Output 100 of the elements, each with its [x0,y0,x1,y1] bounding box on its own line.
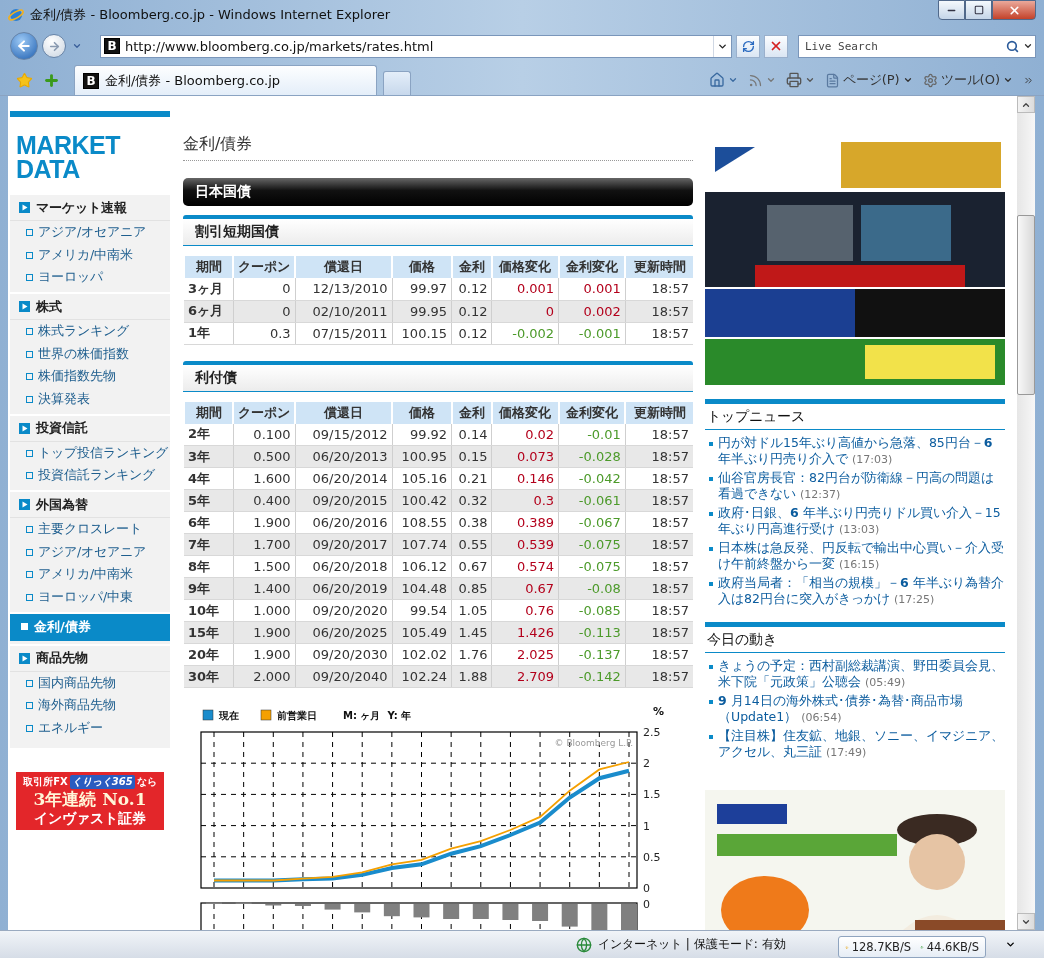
sidebar-link[interactable]: アメリカ/中南米 [10,563,170,587]
sidebar-link[interactable]: 株式ランキング [10,320,170,343]
maximize-button[interactable] [965,0,992,20]
tab-title: 金利/債券 - Bloomberg.co.jp [105,71,281,90]
sidebar-link[interactable]: 決算発表 [10,388,170,411]
table-cell: -0.002 [492,322,559,344]
news-link[interactable]: きょうの予定：西村副総裁講演、野田委員会見、米下院「元政策」公聴会 (05:49) [718,658,1005,690]
table-cell: -0.01 [558,423,626,446]
news-link[interactable]: 政府当局者：「相当の規模」－6 年半ぶり為替介入は82円台に突入がきっかけ (17:25) [718,575,1005,607]
back-button[interactable] [10,32,38,60]
table-cell: 9年 [184,577,234,600]
table-cell: 18:57 [625,577,693,600]
new-tab-button[interactable] [383,71,411,95]
favicon: B [83,72,99,89]
sidebar-link[interactable]: アメリカ/中南米 [10,243,170,267]
axis-tick-label: 0 [643,882,650,895]
minimize-button[interactable] [938,0,965,20]
table-cell: 18:57 [625,643,693,666]
table-cell: 0.146 [492,467,559,490]
sidebar-link[interactable]: トップ投信ランキング [10,441,170,465]
table-cell: 18:57 [625,599,693,622]
bullet-icon [709,700,713,704]
sidebar-link[interactable]: 海外商品先物 [10,694,170,718]
sidebar-heading[interactable]: 株式 [10,292,170,321]
column-header: 期間 [184,256,234,278]
scroll-down-button[interactable] [1017,913,1035,930]
table-heading: 利付債 [183,360,693,392]
table-cell: 0.15 [451,445,492,468]
change-bar [354,904,371,913]
table-cell: 5年 [184,489,234,512]
address-field[interactable]: B http://www.bloomberg.co.jp/markets/rates.html [100,34,732,58]
sidebar-link[interactable]: ヨーロッパ [10,266,170,290]
table-cell: -0.067 [558,511,626,534]
sidebar-heading[interactable]: 投資信託 [10,413,170,442]
scroll-up-button[interactable] [1017,96,1035,113]
news-link[interactable]: 【注目株】住友鉱、地銀、ソニー、イマジニア、アクセル、丸三証 (17:49) [718,728,1005,760]
square-icon [26,228,33,236]
news-link[interactable]: 円が対ドル15年ぶり高値から急落、85円台－6 年半ぶり円売り介入で (17:03) [718,435,1005,467]
column-header: 価格 [392,256,452,278]
table-cell: 100.15 [392,322,452,344]
table-cell: 06/20/2018 [295,555,392,578]
table-cell: 0.3 [233,322,296,344]
square-icon [26,702,33,710]
sidebar-heading[interactable]: 商品先物 [10,643,170,672]
sidebar-link[interactable]: ヨーロッパ/中東 [10,586,170,609]
column-header: 金利 [451,256,492,278]
table-cell: -0.142 [558,665,626,688]
sidebar-link[interactable]: 国内商品先物 [10,671,170,695]
news-link[interactable]: 9 月14日の海外株式･債券･為替･商品市場（Update1） (06:54) [718,693,1005,725]
caret-icon [727,75,738,85]
arrow-square-icon [19,202,30,213]
sidebar-heading[interactable]: 金利/債券 [10,611,170,641]
table-cell: 1.426 [492,621,559,644]
table-cell: 10年 [184,599,234,622]
table-cell: 18:57 [625,555,693,578]
ad-banner[interactable]: 取引所FX くりっく365 なら 3年連続 No.1 インヴァスト証券 [16,772,164,830]
table-cell: 99.92 [392,423,452,446]
table-cell: 0.389 [492,511,559,534]
url-input[interactable]: http://www.bloomberg.co.jp/markets/rates.html [125,38,708,54]
page-menu-button[interactable]: ページ(P) [822,68,915,92]
banner-headline: 3年連続 No.1 [33,789,147,809]
table-cell: 2.709 [492,665,559,688]
caret-icon [1003,75,1013,85]
table-cell: 105.16 [392,467,452,490]
news-link[interactable]: 日本株は急反発、円反転で輸出中心買い－介入受け午前終盤から一変 (16:15) [718,540,1005,572]
news-link[interactable]: 政府･日銀、6 年半ぶり円売りドル買い介入－15年ぶり円高進行受け (13:03) [718,505,1005,537]
sidebar-link[interactable]: アジア/オセアニア [10,221,170,244]
news-link[interactable]: 仙谷官房長官：82円台が防衛線－円高の問題は看過できない (12:37) [718,470,1005,502]
forward-button[interactable] [42,34,66,58]
table-cell: 1.900 [233,643,296,666]
table-cell: -0.028 [558,445,626,468]
globe-icon [576,936,592,953]
axis-tick-label: 2.5 [643,726,661,739]
close-button[interactable] [992,0,1036,20]
sidebar-link[interactable]: 主要クロスレート [10,518,170,541]
column-header: 金利 [451,401,492,424]
search-input[interactable]: Live Search [803,38,1004,54]
scroll-thumb[interactable] [1017,215,1035,395]
browser-tab[interactable]: B 金利/債券 - Bloomberg.co.jp [74,65,377,95]
table-cell: 1.600 [233,467,296,490]
change-bar [324,904,341,910]
refresh-button[interactable] [736,34,760,58]
table-cell: 0.14 [451,423,492,446]
table-cell: 0.3 [492,489,559,512]
search-field[interactable]: Live Search [798,34,1036,58]
axis-tick-label: 1 [643,819,650,833]
sidebar-link[interactable]: アジア/オセアニア [10,540,170,564]
stop-button[interactable] [764,34,788,58]
bullet-icon [709,665,713,669]
tools-menu-button[interactable]: ツール(O) [920,68,1015,92]
sidebar-link[interactable]: 株価指数先物 [10,365,170,389]
sidebar-link[interactable]: 投資信託ランキング [10,464,170,488]
sidebar-logo: MARKET DATA [15,130,122,185]
sidebar-heading[interactable]: マーケット速報 [10,193,170,221]
table-cell: 18:57 [625,423,693,446]
table-cell: 1.05 [451,599,492,622]
caret-icon [72,41,82,51]
sidebar-heading[interactable]: 外国為替 [10,490,170,519]
sidebar-link[interactable]: 世界の株価指数 [10,342,170,366]
sidebar-link[interactable]: エネルギー [10,717,170,740]
